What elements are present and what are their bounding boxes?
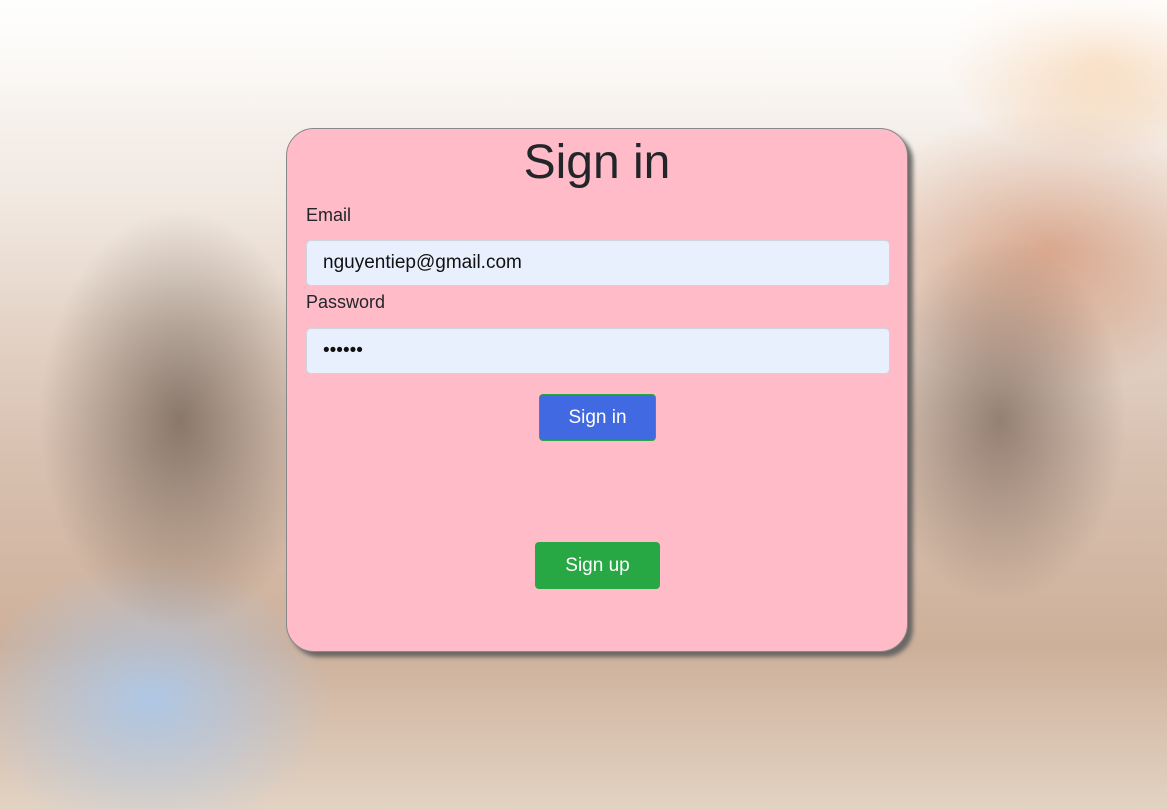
signup-button[interactable]: Sign up (535, 542, 660, 589)
email-label: Email (306, 205, 352, 225)
signin-card: Sign in Email Password Sign in Sign up (286, 128, 908, 652)
password-field[interactable] (306, 328, 890, 374)
page-title: Sign in (523, 136, 671, 189)
signin-button[interactable]: Sign in (539, 394, 656, 441)
email-field[interactable] (306, 240, 890, 286)
password-label: Password (306, 292, 386, 312)
